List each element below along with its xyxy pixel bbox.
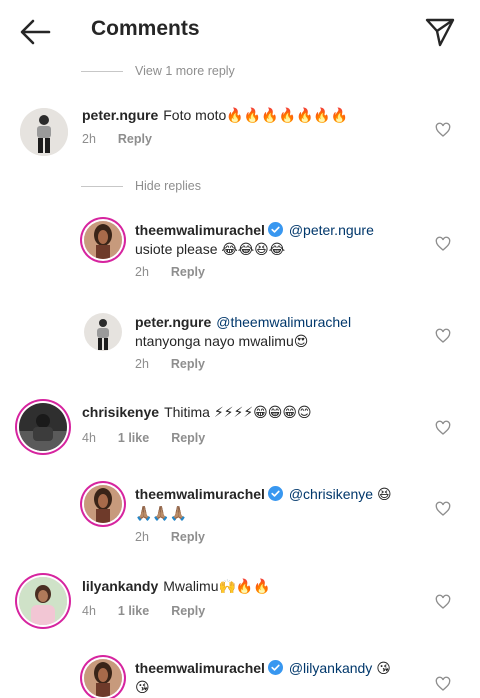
- person-photo: [84, 659, 122, 697]
- comment-body-line2: 😘: [135, 679, 150, 695]
- avatar[interactable]: [84, 221, 122, 259]
- comment-item: chrisikenye Thitima ⚡⚡⚡⚡😁😁😁😊 4h 1 like Repl…: [0, 400, 480, 464]
- comment-meta: 2h Reply: [135, 265, 205, 279]
- comment-body: 😘: [376, 660, 391, 676]
- page-title: Comments: [91, 17, 200, 40]
- heart-outline-icon[interactable]: [435, 501, 451, 517]
- avatar[interactable]: [84, 485, 122, 523]
- comment-username[interactable]: peter.ngure: [135, 314, 211, 330]
- comment-body: ntanyonga nayo mwalimu😍: [135, 333, 309, 349]
- divider-line: [81, 71, 123, 72]
- comment-time: 4h: [82, 431, 96, 445]
- hide-replies-label: Hide replies: [135, 179, 202, 193]
- comment-body: Mwalimu🙌🔥🔥: [163, 578, 271, 594]
- heart-outline-icon[interactable]: [435, 236, 451, 252]
- hide-replies-button[interactable]: Hide replies: [81, 177, 241, 197]
- arrow-left-icon[interactable]: [18, 16, 52, 48]
- reply-button[interactable]: Reply: [171, 265, 205, 279]
- reply-item: theemwalimurachel @lilyankandy 😘 😘: [0, 656, 480, 698]
- avatar[interactable]: [84, 313, 122, 351]
- mention-link[interactable]: @peter.ngure: [289, 222, 374, 238]
- mention-link[interactable]: @chrisikenye: [289, 486, 373, 502]
- comment-text: theemwalimurachel @peter.ngure usiote pl…: [135, 221, 425, 259]
- reply-item: peter.ngure @theemwalimurachel ntanyonga …: [0, 310, 480, 380]
- heart-outline-icon[interactable]: [435, 676, 451, 692]
- heart-outline-icon[interactable]: [435, 594, 451, 610]
- header-bar: Comments: [0, 0, 480, 62]
- comment-text: peter.ngure Foto moto🔥🔥🔥🔥🔥🔥🔥: [82, 106, 422, 125]
- comment-body-line2: 🙏🏽🙏🏽🙏🏽: [135, 505, 188, 521]
- person-photo: [19, 403, 67, 451]
- comment-text: theemwalimurachel @chrisikenye 😆 🙏🏽🙏🏽🙏🏽: [135, 485, 425, 523]
- verified-badge-icon: [267, 660, 283, 675]
- comment-item: lilyankandy Mwalimu🙌🔥🔥 4h 1 like Reply: [0, 574, 480, 638]
- comment-username[interactable]: peter.ngure: [82, 107, 158, 123]
- comment-username[interactable]: lilyankandy: [82, 578, 158, 594]
- comment-meta: 2h Reply: [82, 132, 152, 146]
- comment-text: chrisikenye Thitima ⚡⚡⚡⚡😁😁😁😊: [82, 403, 422, 422]
- comment-username[interactable]: chrisikenye: [82, 404, 159, 420]
- mention-link[interactable]: @theemwalimurachel: [216, 314, 351, 330]
- reply-button[interactable]: Reply: [171, 604, 205, 618]
- comment-body: Thitima ⚡⚡⚡⚡😁😁😁😊: [164, 404, 312, 420]
- verified-badge-icon: [267, 486, 283, 501]
- comment-meta: 2h Reply: [135, 357, 205, 371]
- view-more-replies-label: View 1 more reply: [135, 64, 235, 78]
- comment-time: 2h: [135, 265, 149, 279]
- reply-button[interactable]: Reply: [171, 357, 205, 371]
- likes-count[interactable]: 1 like: [118, 431, 149, 445]
- divider-line: [81, 186, 123, 187]
- person-photo: [84, 485, 122, 523]
- avatar[interactable]: [19, 577, 67, 625]
- person-photo: [84, 221, 122, 259]
- avatar[interactable]: [20, 108, 68, 156]
- reply-button[interactable]: Reply: [171, 431, 205, 445]
- heart-outline-icon[interactable]: [435, 420, 451, 436]
- comment-body: usiote please 😂😂😆😂: [135, 241, 286, 257]
- person-photo: [19, 577, 67, 625]
- comment-username[interactable]: theemwalimurachel: [135, 222, 265, 238]
- comment-time: 2h: [135, 357, 149, 371]
- comment-item: peter.ngure Foto moto🔥🔥🔥🔥🔥🔥🔥 2h Reply: [0, 104, 480, 164]
- comment-text: theemwalimurachel @lilyankandy 😘 😘: [135, 659, 425, 697]
- avatar[interactable]: [19, 403, 67, 451]
- person-photo: [84, 313, 122, 351]
- comment-meta: 2h Reply: [135, 530, 205, 544]
- likes-count[interactable]: 1 like: [118, 604, 149, 618]
- reply-item: theemwalimurachel @chrisikenye 😆 🙏🏽🙏🏽🙏🏽 …: [0, 482, 480, 552]
- comment-text: lilyankandy Mwalimu🙌🔥🔥: [82, 577, 422, 596]
- comment-username[interactable]: theemwalimurachel: [135, 660, 265, 676]
- reply-item: theemwalimurachel @peter.ngure usiote pl…: [0, 218, 480, 288]
- comment-time: 2h: [82, 132, 96, 146]
- reply-button[interactable]: Reply: [171, 530, 205, 544]
- paper-plane-icon[interactable]: [424, 16, 456, 48]
- comment-meta: 4h 1 like Reply: [82, 604, 205, 618]
- mention-link[interactable]: @lilyankandy: [289, 660, 372, 676]
- view-more-replies-button[interactable]: View 1 more reply: [81, 62, 261, 82]
- reply-button[interactable]: Reply: [118, 132, 152, 146]
- comment-username[interactable]: theemwalimurachel: [135, 486, 265, 502]
- comment-meta: 4h 1 like Reply: [82, 431, 205, 445]
- comment-body: Foto moto🔥🔥🔥🔥🔥🔥🔥: [163, 107, 349, 123]
- heart-outline-icon[interactable]: [435, 328, 451, 344]
- comment-time: 2h: [135, 530, 149, 544]
- heart-outline-icon[interactable]: [435, 122, 451, 138]
- person-photo: [20, 108, 68, 156]
- comment-time: 4h: [82, 604, 96, 618]
- comment-body: 😆: [376, 486, 392, 502]
- verified-badge-icon: [267, 222, 283, 237]
- comment-text: peter.ngure @theemwalimurachel ntanyonga …: [135, 313, 425, 351]
- avatar[interactable]: [84, 659, 122, 697]
